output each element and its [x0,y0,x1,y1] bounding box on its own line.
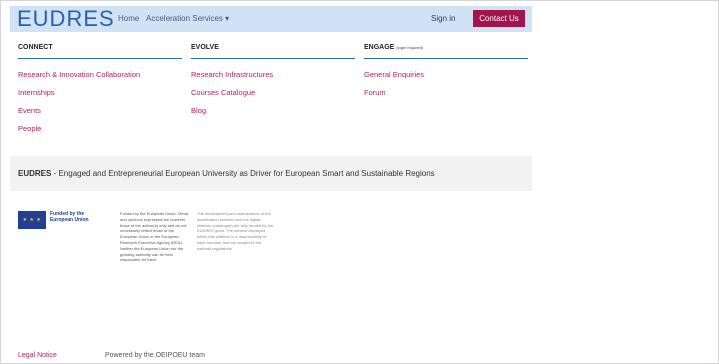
tagline-text: - Engaged and Entrepreneurial European U… [51,169,435,178]
contact-us-button[interactable]: Contact Us [473,10,525,27]
tagline: EUDRES - Engaged and Entrepreneurial Eur… [18,169,435,178]
menu-link-research-innovation[interactable]: Research & Innovation Collaboration [18,70,140,79]
legal-notice-link[interactable]: Legal Notice [18,352,57,359]
tagline-brand: EUDRES [18,169,52,178]
page: EUDRES Home Acceleration Services ▾ Sign… [10,6,532,361]
menu-link-blog[interactable]: Blog [191,106,206,115]
eu-flag-icon: ★ ★ ★ [18,211,46,229]
eudres-logo[interactable]: EUDRES [17,7,115,31]
connect-divider [18,58,182,59]
menu-link-forum[interactable]: Forum [364,88,386,97]
eu-disclaimer-text: Funded by the European Union. Views and … [120,211,189,263]
menu-column-title-connect: CONNECT [18,44,53,51]
engage-title-text: ENGAGE [364,44,395,51]
sign-in-link[interactable]: Sign in [431,14,455,23]
menu-link-research-infrastructures[interactable]: Research Infrastructures [191,70,273,79]
engage-divider [364,58,528,59]
menu-link-events[interactable]: Events [18,106,41,115]
eu-funded-label: Funded by the European Union [50,211,89,223]
menu-link-general-enquiries[interactable]: General Enquiries [364,70,424,79]
browser-frame: EUDRES Home Acceleration Services ▾ Sign… [0,0,719,364]
evolve-divider [191,58,355,59]
login-required-note: (login required) [396,45,424,50]
powered-by-text: Powered by the OEIPOEU team [105,352,205,359]
menu-link-courses-catalogue[interactable]: Courses Catalogue [191,88,255,97]
menu-column-title-evolve: EVOLVE [191,44,219,51]
menu-column-title-engage: ENGAGE (login required) [364,44,423,51]
platform-disclaimer-text: The development and maintenance of the a… [197,211,274,251]
menu-link-people[interactable]: People [18,124,41,133]
nav-home-link[interactable]: Home [118,14,139,23]
nav-acceleration-services-dropdown[interactable]: Acceleration Services ▾ [146,14,229,23]
top-navbar: EUDRES Home Acceleration Services ▾ Sign… [10,6,532,32]
menu-link-internships[interactable]: Internships [18,88,55,97]
